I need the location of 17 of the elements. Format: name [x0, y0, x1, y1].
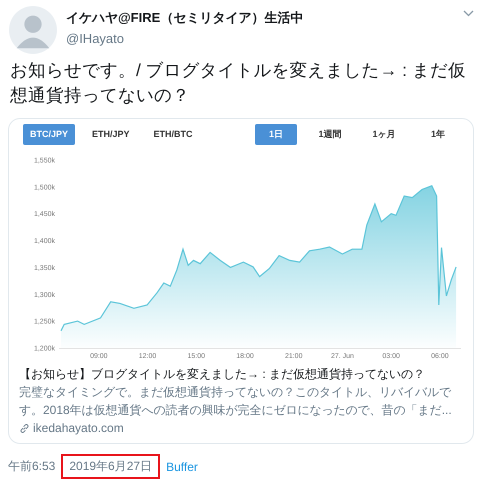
author-name[interactable]: イケハヤ@FIRE（セミリタイア）生活中: [66, 9, 304, 27]
tweet-date[interactable]: 2019年6月27日: [61, 454, 160, 479]
link-card[interactable]: [8, 118, 474, 444]
period-tab[interactable]: 1年: [417, 124, 459, 144]
author-handle[interactable]: @IHayato: [66, 31, 304, 46]
tweet-text: お知らせです。/ ブログタイトルを変えました→ : まだ仮想通貨持ってないの？: [10, 59, 467, 107]
pair-tab[interactable]: ETH/BTC: [146, 124, 200, 144]
card-description: 完璧なタイミングで。まだ仮想通貨持ってないの？このタイトル、リバイバルです。2018年は仮想通貨への読者の興味が完全にゼロになったので、昔の「まだ...: [19, 384, 453, 419]
period-tab[interactable]: 1週間: [309, 124, 351, 144]
tweet-time[interactable]: 午前6:53: [8, 458, 56, 475]
card-title: 【お知らせ】ブログタイトルを変えました→ : まだ仮想通貨持ってないの？: [19, 366, 426, 383]
link-icon: [19, 422, 30, 434]
card-domain: ikedahayato.com: [33, 420, 124, 437]
pair-tab[interactable]: ETH/JPY: [85, 124, 137, 144]
avatar[interactable]: [9, 6, 57, 54]
chevron-down-icon[interactable]: [463, 10, 474, 17]
period-tab[interactable]: 1ヶ月: [363, 124, 405, 144]
